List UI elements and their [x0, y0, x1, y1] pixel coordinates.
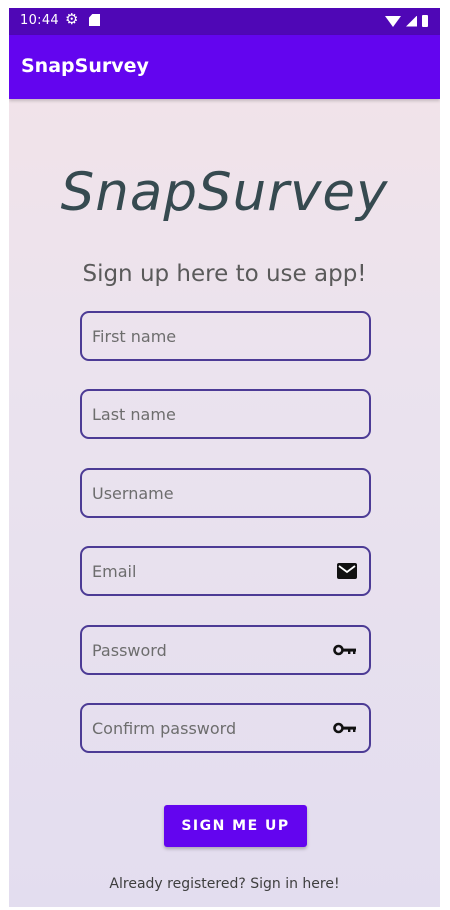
app-bar-title: SnapSurvey: [21, 55, 149, 77]
email-input[interactable]: [82, 548, 369, 594]
email-field[interactable]: [80, 546, 371, 596]
key-icon: [333, 644, 357, 656]
sd-card-icon: [89, 14, 100, 26]
password-input[interactable]: [82, 627, 369, 673]
sign-in-link[interactable]: Already registered? Sign in here!: [9, 876, 440, 892]
username-field[interactable]: [80, 468, 371, 518]
key-icon: [333, 722, 357, 734]
last-name-input[interactable]: [82, 391, 369, 437]
wifi-icon: [385, 15, 401, 27]
cell-signal-icon: [406, 15, 417, 27]
settings-gear-icon: ⚙: [65, 10, 79, 28]
password-field[interactable]: [80, 625, 371, 675]
signup-subtitle: Sign up here to use app!: [82, 261, 367, 287]
phone-screen: 10:44 ⚙ SnapSurvey SnapSurvey Sign up he…: [9, 8, 440, 907]
status-time: 10:44: [20, 13, 59, 28]
confirm-password-input[interactable]: [82, 705, 369, 751]
email-icon: [337, 563, 357, 579]
status-icons: [385, 13, 428, 29]
first-name-field[interactable]: [80, 311, 371, 361]
status-bar: 10:44 ⚙: [9, 8, 440, 35]
username-input[interactable]: [82, 470, 369, 516]
sign-me-up-button[interactable]: SIGN ME UP: [164, 805, 307, 847]
last-name-field[interactable]: [80, 389, 371, 439]
confirm-password-field[interactable]: [80, 703, 371, 753]
app-bar: SnapSurvey: [9, 35, 440, 99]
app-logo: SnapSurvey: [60, 162, 389, 223]
battery-icon: [422, 15, 428, 27]
first-name-input[interactable]: [82, 313, 369, 359]
